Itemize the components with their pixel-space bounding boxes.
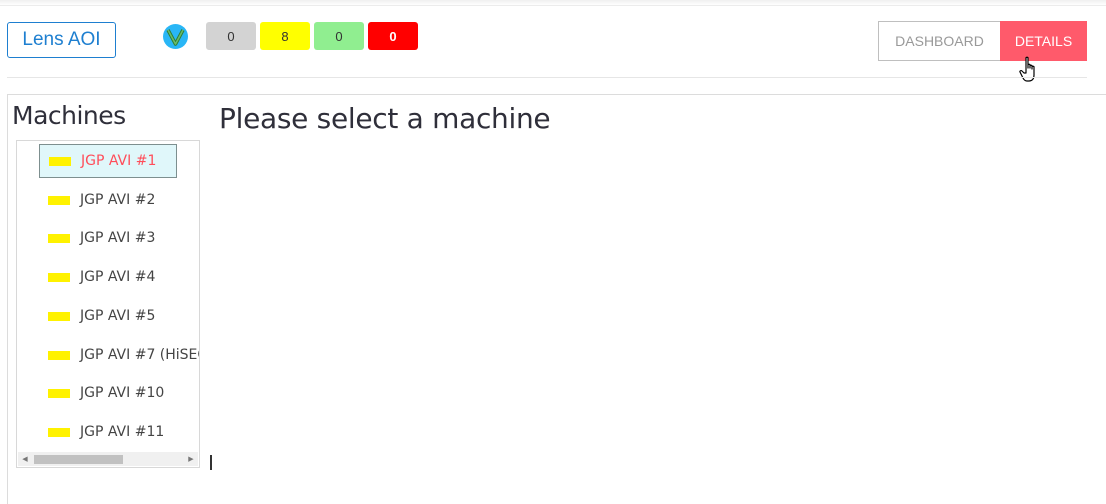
status-indicator: [48, 233, 70, 243]
list-item-machine[interactable]: JGP AVI #4: [39, 260, 199, 294]
horizontal-scrollbar[interactable]: ◀ ▶: [18, 452, 198, 466]
sidebar-title: Machines: [12, 101, 126, 130]
machine-label: JGP AVI #1: [81, 153, 157, 169]
status-indicator: [49, 156, 71, 166]
list-item-machine[interactable]: JGP AVI #10: [39, 376, 199, 410]
machine-label: JGP AVI #3: [80, 230, 156, 246]
status-indicator: [48, 350, 70, 360]
status-indicator: [48, 195, 70, 205]
machine-label: JGP AVI #11: [80, 424, 165, 440]
list-item-machine[interactable]: JGP AVI #5: [39, 299, 199, 333]
header-divider: [7, 77, 1087, 78]
page-title: Please select a machine: [219, 102, 551, 135]
machine-label: JGP AVI #4: [80, 269, 156, 285]
machine-list[interactable]: JGP AVI #1 JGP AVI #2 JGP AVI #3 JGP AVI…: [16, 140, 200, 468]
status-indicator: [48, 272, 70, 282]
list-item-machine[interactable]: JGP AVI #7 (HiSEC: [39, 338, 199, 372]
machine-label: JGP AVI #10: [80, 385, 165, 401]
text-cursor: [210, 455, 212, 470]
list-item-machine[interactable]: JGP AVI #1: [39, 144, 177, 178]
status-counter-green[interactable]: 0: [314, 22, 364, 50]
scroll-right-icon[interactable]: ▶: [184, 452, 198, 466]
status-counter-grey[interactable]: 0: [206, 22, 256, 50]
list-item-machine[interactable]: JGP AVI #2: [39, 183, 199, 217]
tab-dashboard[interactable]: DASHBOARD: [878, 21, 1000, 61]
machine-label: JGP AVI #5: [80, 308, 156, 324]
status-indicator: [48, 427, 70, 437]
list-item-machine[interactable]: JGP AVI #11: [39, 415, 199, 449]
machine-label: JGP AVI #7 (HiSEC: [80, 347, 200, 363]
status-indicator: [48, 311, 70, 321]
list-item-machine[interactable]: JGP AVI #3: [39, 221, 199, 255]
hand-pointer-icon: [1019, 56, 1035, 82]
tab-details[interactable]: DETAILS: [1000, 21, 1087, 61]
top-border: [0, 0, 1106, 6]
brand-button[interactable]: Lens AOI: [7, 22, 116, 58]
scrollbar-thumb[interactable]: [34, 455, 123, 464]
scroll-left-icon[interactable]: ◀: [18, 452, 32, 466]
v-logo-icon[interactable]: [162, 23, 189, 50]
status-counter-yellow[interactable]: 8: [260, 22, 310, 50]
status-indicator: [48, 388, 70, 398]
machine-label: JGP AVI #2: [80, 192, 156, 208]
status-counter-red[interactable]: 0: [368, 22, 418, 50]
